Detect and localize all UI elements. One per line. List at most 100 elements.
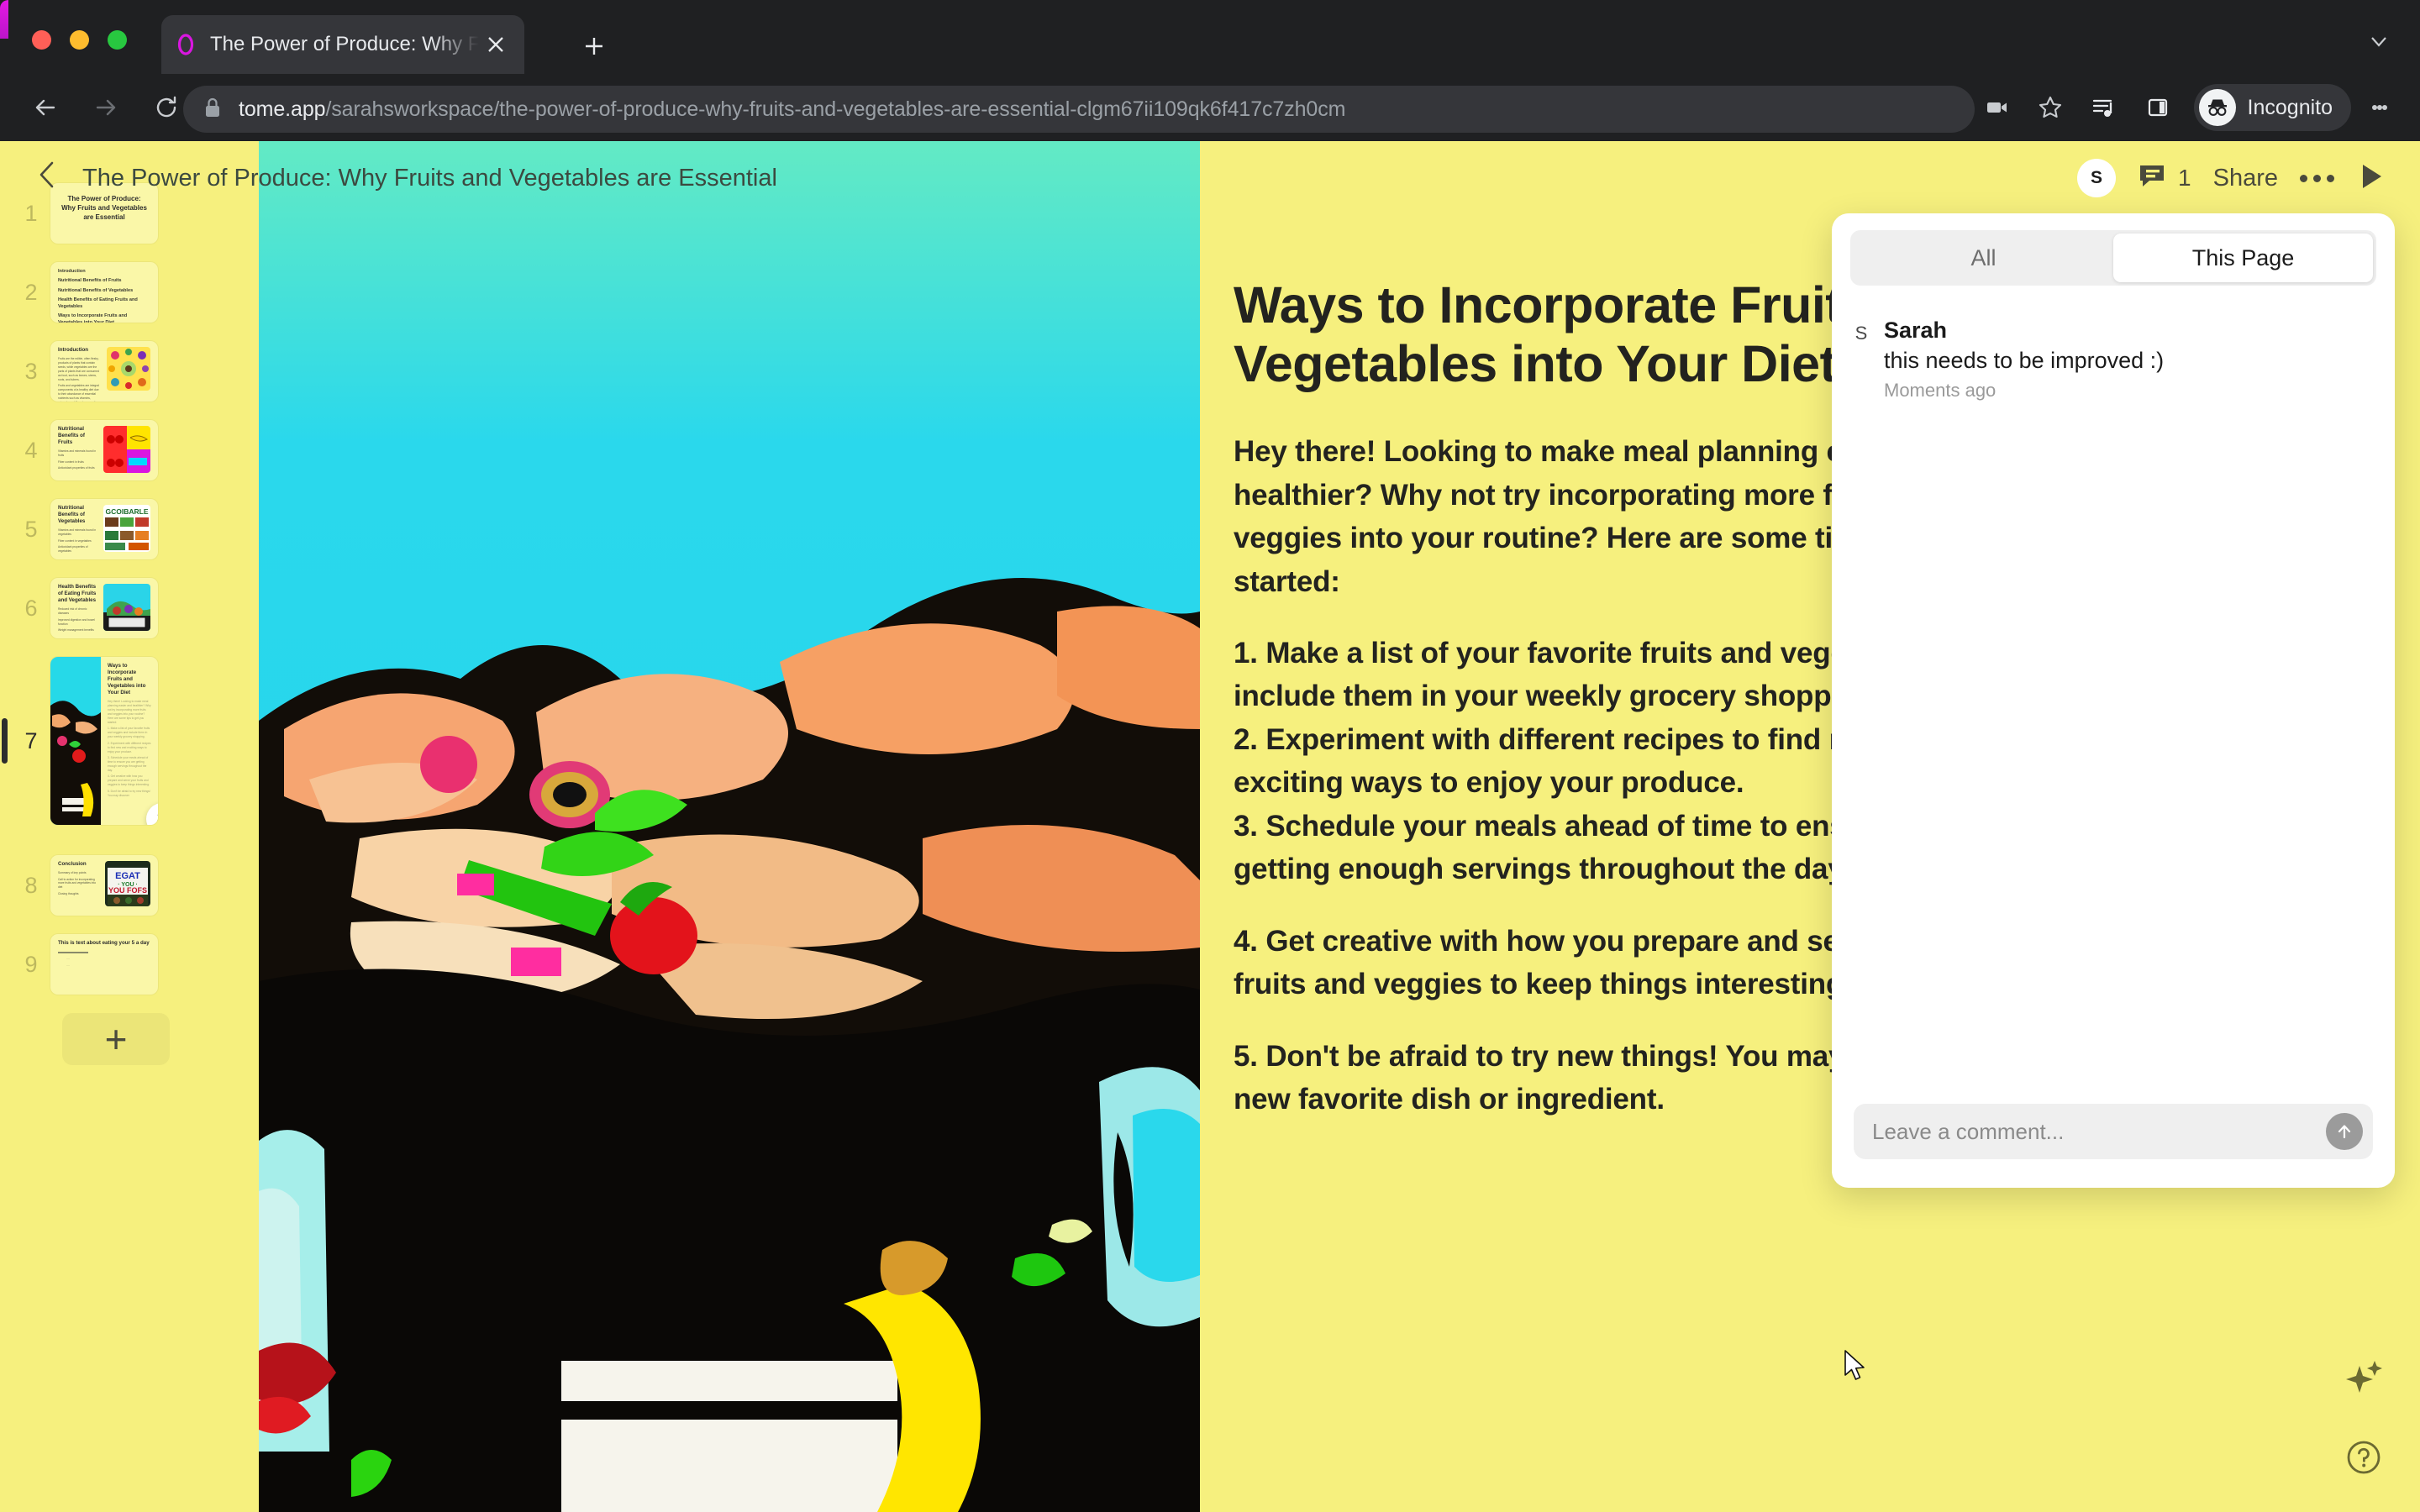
close-window-button[interactable]: [32, 30, 51, 50]
tome-app: 1 The Power of Produce: Why Fruits and V…: [0, 141, 2420, 1512]
profile-label: Incognito: [2247, 95, 2333, 119]
floating-actions: [2344, 1359, 2383, 1480]
svg-text:YOU FOFS: YOU FOFS: [108, 886, 147, 895]
slide-preview-image: [103, 584, 150, 631]
arrow-up-icon[interactable]: [2326, 1113, 2363, 1150]
tab-title: The Power of Produce: Why Fr: [210, 33, 479, 55]
slide-number: 2: [24, 279, 38, 305]
comments-button[interactable]: 1: [2138, 162, 2191, 195]
slide-preview[interactable]: Introduction Nutritional Benefits of Fru…: [50, 262, 158, 323]
slide-preview-body: Closing thoughts: [58, 891, 79, 895]
back-arrow-icon[interactable]: [22, 84, 69, 131]
slide-thumbnail-3[interactable]: 3 Introduction Fruits are the edible, of…: [0, 341, 259, 402]
slide-preview[interactable]: Introduction Fruits are the edible, ofte…: [50, 341, 158, 402]
tome-logo-icon: [173, 32, 198, 57]
toc-line: Health Benefits of Eating Fruits and Veg…: [58, 297, 138, 309]
slide-preview-image: [50, 657, 101, 825]
slide-preview-heading: This is text about eating your 5 a day: [58, 940, 150, 946]
sparkle-icon[interactable]: [2344, 1359, 2383, 1402]
slide-preview-image: EGAT · YOU · YOU FOFS: [105, 861, 150, 906]
toc-line: Nutritional Benefits of Vegetables: [58, 287, 134, 293]
window-controls[interactable]: [32, 30, 127, 50]
slide-preview-heading: Nutritional Benefits of Vegetables: [58, 505, 86, 525]
comments-list: S Sarah this needs to be improved :) Mom…: [1832, 286, 2395, 1104]
slide-preview-image: [107, 347, 150, 391]
comment-text: this needs to be improved :): [1884, 348, 2165, 373]
forward-arrow-icon[interactable]: [82, 84, 129, 131]
slide-preview[interactable]: Conclusion Summary of key points Call to…: [50, 855, 158, 916]
slide-number: 7: [24, 727, 38, 753]
comment-input[interactable]: [1872, 1118, 2317, 1145]
slide-preview-heading: Nutritional Benefits of Fruits: [58, 426, 85, 446]
slide-thumbnail-5[interactable]: 5 Nutritional Benefits of Vegetables Vit…: [0, 499, 259, 559]
slide-thumbnail-9[interactable]: 9 This is text about eating your 5 a day…: [0, 934, 259, 995]
close-icon[interactable]: [479, 28, 513, 61]
slide-preview[interactable]: The Power of Produce: Why Fruits and Veg…: [50, 183, 158, 244]
slide-thumbnail-8[interactable]: 8 Conclusion Summary of key points Call …: [0, 855, 259, 916]
slide-preview-heading: Conclusion: [58, 861, 87, 867]
slide-preview-heading: Health Benefits of Eating Fruits and Veg…: [58, 584, 97, 604]
more-dots-icon[interactable]: [2300, 174, 2334, 182]
slide-preview-body: Improved digestion and bowel function: [58, 617, 95, 626]
slide-preview[interactable]: Nutritional Benefits of Vegetables Vitam…: [50, 499, 158, 559]
window-edge-accent: [0, 0, 8, 39]
slide-thumbnail-2[interactable]: 2 Introduction Nutritional Benefits of F…: [0, 262, 259, 323]
url-path: /sarahsworkspace/the-power-of-produce-wh…: [325, 97, 1346, 121]
slide-number: 8: [24, 872, 38, 898]
maximize-window-button[interactable]: [108, 30, 127, 50]
slide-number: 3: [24, 358, 38, 384]
slide-preview-body: Fiber content in fruits: [58, 459, 84, 464]
slide-preview[interactable]: Nutritional Benefits of Fruits Vitamins …: [50, 420, 158, 480]
slide-preview-body: Fruits and vegetables are integral compo…: [58, 384, 99, 402]
video-camera-icon[interactable]: [1974, 85, 2019, 130]
slide-thumbnail-6[interactable]: 6 Health Benefits of Eating Fruits and V…: [0, 578, 259, 638]
bookmark-star-icon[interactable]: [2028, 85, 2073, 130]
new-tab-button[interactable]: [575, 27, 613, 66]
reading-list-icon[interactable]: [2081, 85, 2127, 130]
slide-preview-body: Call to action for incorporating more fr…: [58, 877, 97, 890]
tab-all[interactable]: All: [1854, 234, 2113, 282]
chevron-down-icon[interactable]: [2368, 30, 2390, 58]
slide-preview-body: Vitamins and minerals found in vegetable…: [58, 528, 97, 537]
comment-input-wrapper[interactable]: [1854, 1104, 2373, 1159]
lock-icon: [203, 97, 222, 123]
app-header-actions: S 1 Share: [2077, 159, 2420, 197]
add-slide-button[interactable]: +: [62, 1013, 170, 1065]
comment-bubble-icon: [2138, 162, 2166, 195]
slide-number: 1: [24, 200, 38, 226]
slide-number: 6: [24, 595, 38, 621]
slide-preview-body: Summary of key points: [58, 871, 87, 875]
avatar[interactable]: S: [2077, 159, 2117, 197]
slide-number: 9: [24, 951, 38, 977]
share-button[interactable]: Share: [2213, 165, 2278, 192]
slide-thumbnail-4[interactable]: 4 Nutritional Benefits of Fruits Vitamin…: [0, 420, 259, 480]
kebab-menu-icon[interactable]: [2360, 85, 2400, 130]
browser-window: The Power of Produce: Why Fr tome.app/sa…: [0, 0, 2420, 1512]
play-icon[interactable]: [2356, 161, 2386, 196]
slide-preview[interactable]: Ways to Incorporate Fruits and Vegetable…: [50, 657, 158, 825]
slide-preview[interactable]: Health Benefits of Eating Fruits and Veg…: [50, 578, 158, 638]
slide-preview-image: [103, 426, 150, 473]
slide-artwork-panel[interactable]: [259, 141, 1200, 1512]
incognito-icon: [2198, 89, 2236, 126]
comments-panel[interactable]: All This Page S Sarah this needs to be i…: [1832, 213, 2395, 1188]
browser-tab[interactable]: The Power of Produce: Why Fr: [161, 15, 524, 74]
comment-item[interactable]: S Sarah this needs to be improved :) Mom…: [1854, 318, 2373, 402]
slide-thumbnail-7[interactable]: 7 Ways to Incorporate Fruits and Vegetab…: [0, 657, 259, 825]
address-bar[interactable]: tome.app/sarahsworkspace/the-power-of-pr…: [183, 86, 1975, 133]
slide-preview-body: Vitamins and minerals found in fruits: [58, 449, 97, 458]
side-panel-icon[interactable]: [2135, 85, 2181, 130]
minimize-window-button[interactable]: [70, 30, 89, 50]
comments-filter-tabs[interactable]: All This Page: [1850, 230, 2376, 286]
toc-line: Nutritional Benefits of Fruits: [58, 278, 122, 284]
slide-preview-heading: Introduction: [58, 347, 89, 353]
comment-timestamp: Moments ago: [1884, 380, 1996, 401]
help-circle-icon[interactable]: [2345, 1439, 2382, 1480]
tab-this-page[interactable]: This Page: [2113, 234, 2373, 282]
slide-number: 4: [24, 437, 38, 463]
slide-sidebar[interactable]: 1 The Power of Produce: Why Fruits and V…: [0, 141, 259, 1512]
profile-button[interactable]: Incognito: [2193, 84, 2351, 131]
slide-preview[interactable]: This is text about eating your 5 a day ·…: [50, 934, 158, 995]
slide-thumbnail-1[interactable]: 1 The Power of Produce: Why Fruits and V…: [0, 183, 259, 244]
active-slide-indicator: [2, 718, 8, 764]
